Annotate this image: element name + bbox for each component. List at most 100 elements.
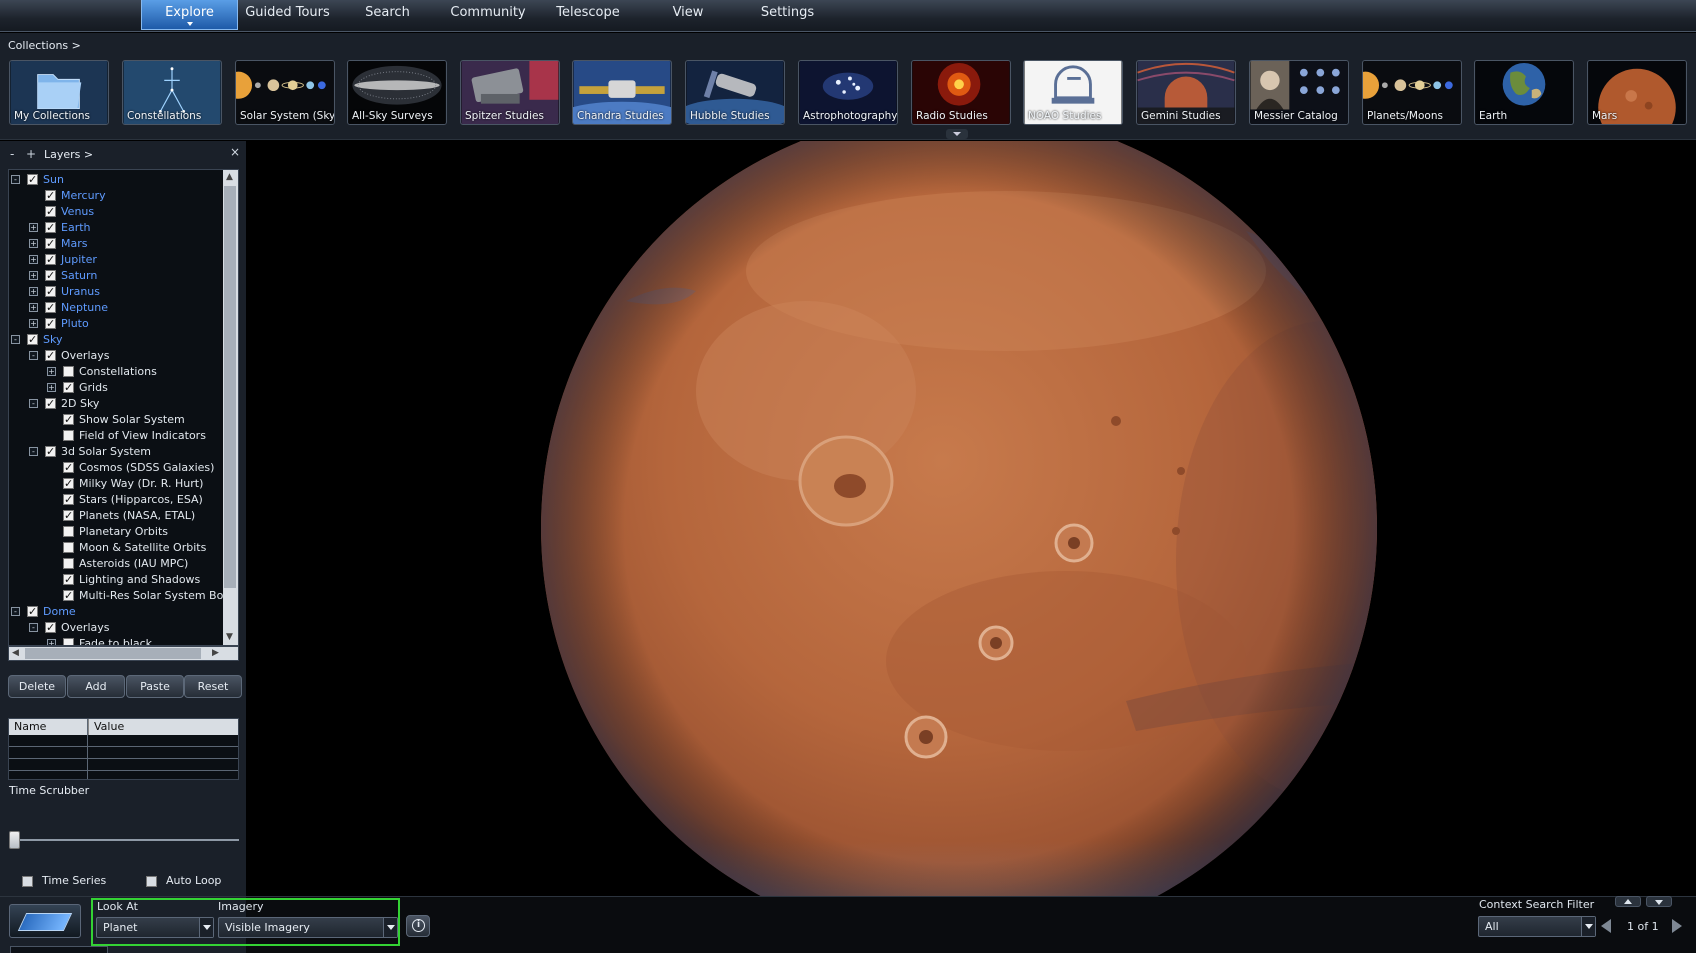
layer-row[interactable]: - 2D Sky xyxy=(9,396,223,412)
menu-community[interactable]: Community xyxy=(444,0,532,30)
collection-constellations[interactable]: Constellations xyxy=(122,60,222,125)
layer-checkbox[interactable] xyxy=(45,188,56,204)
layer-checkbox[interactable] xyxy=(27,604,38,620)
expand-node-icon[interactable]: + xyxy=(29,239,38,248)
layer-checkbox[interactable] xyxy=(45,204,56,220)
collection-noao-studies[interactable]: NOAO Studies xyxy=(1023,60,1123,125)
layer-row[interactable]: Asteroids (IAU MPC) xyxy=(9,556,223,572)
scroll-down-button[interactable] xyxy=(1646,896,1672,907)
layer-row[interactable]: Milky Way (Dr. R. Hurt) xyxy=(9,476,223,492)
collection-messier-catalog[interactable]: Messier Catalog xyxy=(1249,60,1349,125)
layer-row[interactable]: Lighting and Shadows xyxy=(9,572,223,588)
collection-mars[interactable]: Mars xyxy=(1587,60,1687,125)
layer-checkbox[interactable] xyxy=(45,316,56,332)
layer-checkbox[interactable] xyxy=(63,508,74,524)
chevron-down-icon[interactable] xyxy=(1581,917,1595,936)
look-at-select[interactable]: Planet xyxy=(96,917,214,938)
collections-breadcrumb[interactable]: Collections > xyxy=(8,39,81,52)
layer-checkbox[interactable] xyxy=(45,252,56,268)
layer-row[interactable]: + Pluto xyxy=(9,316,223,332)
time-series-checkbox[interactable] xyxy=(22,876,33,887)
layer-checkbox[interactable] xyxy=(45,220,56,236)
collection-all-sky-surveys[interactable]: All-Sky Surveys xyxy=(347,60,447,125)
layer-row[interactable]: Mercury xyxy=(9,188,223,204)
layers-title[interactable]: Layers > xyxy=(44,148,93,161)
collection-earth[interactable]: Earth xyxy=(1474,60,1574,125)
next-page-icon[interactable] xyxy=(1672,919,1682,933)
layer-checkbox[interactable] xyxy=(63,572,74,588)
layer-row[interactable]: + Grids xyxy=(9,380,223,396)
collection-planets-moons[interactable]: Planets/Moons xyxy=(1362,60,1462,125)
time-scrubber-handle[interactable] xyxy=(9,831,20,849)
layers-vertical-scrollbar[interactable]: ▲ ▼ xyxy=(223,170,238,645)
scroll-up-button[interactable] xyxy=(1615,896,1641,907)
layer-checkbox[interactable] xyxy=(63,412,74,428)
collection-spitzer-studies[interactable]: Spitzer Studies xyxy=(460,60,560,125)
layer-checkbox[interactable] xyxy=(63,460,74,476)
expand-node-icon[interactable]: + xyxy=(29,271,38,280)
collection-solar-system-sky[interactable]: Solar System (Sky) xyxy=(235,60,335,125)
layer-row[interactable]: Venus xyxy=(9,204,223,220)
collection-radio-studies[interactable]: Radio Studies xyxy=(911,60,1011,125)
context-search-filter-select[interactable]: All xyxy=(1478,916,1596,937)
scroll-up-icon[interactable]: ▲ xyxy=(226,172,233,182)
layer-checkbox[interactable] xyxy=(27,332,38,348)
menu-explore[interactable]: Explore xyxy=(141,0,238,30)
layer-row[interactable]: + Uranus xyxy=(9,284,223,300)
menu-telescope[interactable]: Telescope xyxy=(548,0,628,30)
view-mode-thumbnail[interactable] xyxy=(9,904,81,938)
layers-tree[interactable]: - Sun Mercury Venus + Earth + Mars + Jupiter + Satu… xyxy=(8,169,239,646)
layer-row[interactable]: Show Solar System xyxy=(9,412,223,428)
layer-row[interactable]: - Overlays xyxy=(9,348,223,364)
layer-row[interactable]: Stars (Hipparcos, ESA) xyxy=(9,492,223,508)
layer-checkbox[interactable] xyxy=(45,268,56,284)
collection-chandra-studies[interactable]: Chandra Studies xyxy=(572,60,672,125)
layer-checkbox[interactable] xyxy=(45,396,56,412)
layer-row[interactable]: Planetary Orbits xyxy=(9,524,223,540)
layer-checkbox[interactable] xyxy=(45,300,56,316)
collection-astrophotography[interactable]: Astrophotography xyxy=(798,60,898,125)
scrollbar-thumb[interactable] xyxy=(224,186,236,588)
mars-globe[interactable] xyxy=(246,141,1696,896)
layer-row[interactable]: + Neptune xyxy=(9,300,223,316)
menu-guided-tours[interactable]: Guided Tours xyxy=(240,0,335,30)
collapse-node-icon[interactable]: - xyxy=(29,623,38,632)
expand-node-icon[interactable]: + xyxy=(47,639,56,645)
column-header-name[interactable]: Name xyxy=(9,719,87,735)
expand-node-icon[interactable]: + xyxy=(47,367,56,376)
scroll-down-icon[interactable]: ▼ xyxy=(226,632,233,642)
chevron-down-icon[interactable] xyxy=(383,918,397,937)
collapse-collections-button[interactable] xyxy=(946,129,968,139)
layer-row[interactable]: Planets (NASA, ETAL) xyxy=(9,508,223,524)
layer-checkbox[interactable] xyxy=(63,380,74,396)
properties-table[interactable]: Name Value xyxy=(8,718,239,780)
scrollbar-thumb[interactable] xyxy=(25,648,201,659)
auto-loop-checkbox[interactable] xyxy=(146,876,157,887)
sky-view[interactable] xyxy=(246,141,1696,896)
layer-checkbox[interactable] xyxy=(63,492,74,508)
layer-checkbox[interactable] xyxy=(63,366,74,377)
menu-view[interactable]: View xyxy=(658,0,718,30)
info-button[interactable]: i xyxy=(406,915,430,937)
layers-horizontal-scrollbar[interactable]: ◀ ▶ xyxy=(8,646,239,661)
layer-checkbox[interactable] xyxy=(45,348,56,364)
expand-node-icon[interactable]: + xyxy=(29,223,38,232)
layer-checkbox[interactable] xyxy=(63,430,74,441)
chevron-down-icon[interactable] xyxy=(199,918,213,937)
layer-checkbox[interactable] xyxy=(63,476,74,492)
collection-gemini-studies[interactable]: Gemini Studies xyxy=(1136,60,1236,125)
layer-row[interactable]: Cosmos (SDSS Galaxies) xyxy=(9,460,223,476)
layer-checkbox[interactable] xyxy=(63,638,74,645)
expand-all-button[interactable]: + xyxy=(26,147,36,161)
layer-row[interactable]: Moon & Satellite Orbits xyxy=(9,540,223,556)
layer-row[interactable]: + Constellations xyxy=(9,364,223,380)
expand-node-icon[interactable]: + xyxy=(47,383,56,392)
layer-row[interactable]: + Saturn xyxy=(9,268,223,284)
scroll-right-icon[interactable]: ▶ xyxy=(212,648,219,658)
collection-my-collections[interactable]: My Collections xyxy=(9,60,109,125)
layer-checkbox[interactable] xyxy=(45,236,56,252)
layer-checkbox[interactable] xyxy=(45,620,56,636)
imagery-select[interactable]: Visible Imagery xyxy=(218,917,398,938)
layer-row[interactable]: Multi-Res Solar System Bodies xyxy=(9,588,238,604)
layer-checkbox[interactable] xyxy=(63,558,74,569)
